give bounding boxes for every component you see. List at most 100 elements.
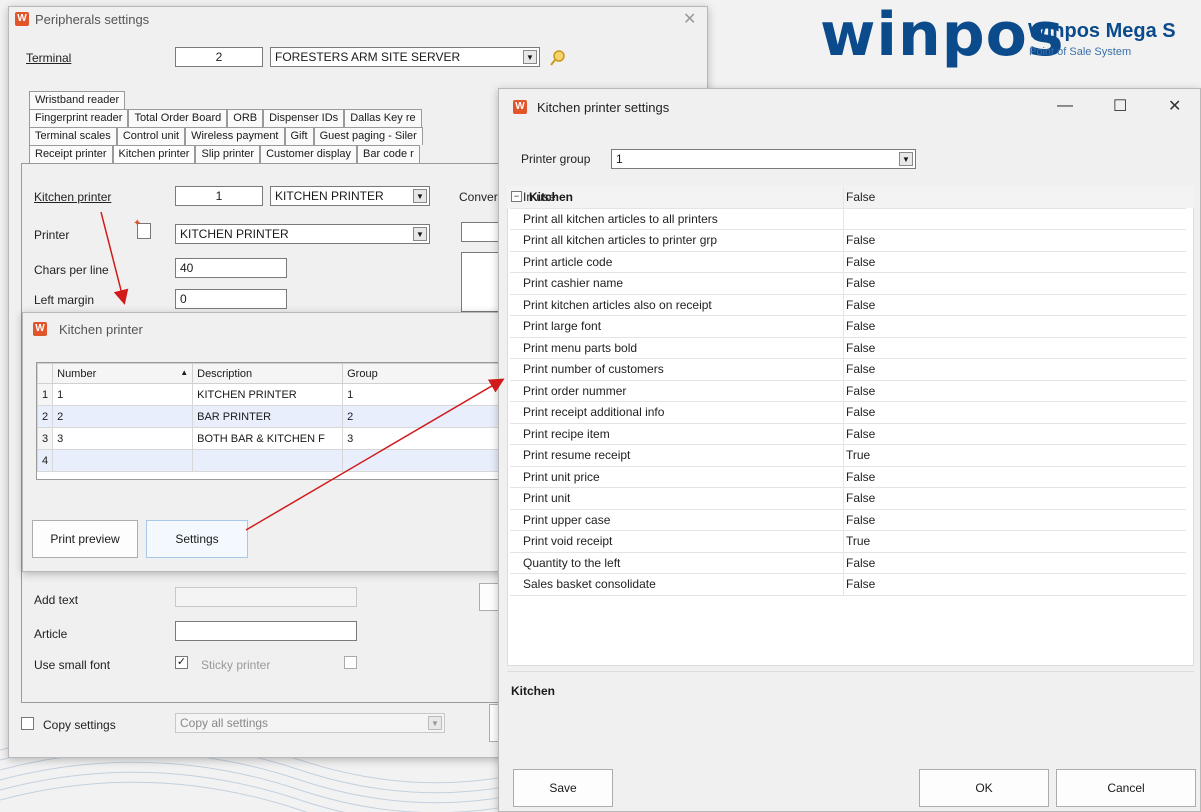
tab-dallas-key[interactable]: Dallas Key re <box>344 109 422 127</box>
property-row[interactable]: Print resume receipt True <box>510 445 1186 467</box>
property-row[interactable]: Sales basket consolidate False <box>510 574 1186 596</box>
kitchen-printer-number[interactable]: 1 <box>175 186 263 206</box>
property-row[interactable]: Print all kitchen articles to all printe… <box>510 208 1186 230</box>
tab-dispenser-ids[interactable]: Dispenser IDs <box>263 109 345 127</box>
table-row[interactable]: 3 3 BOTH BAR & KITCHEN F 3 <box>36 427 505 450</box>
table-row[interactable]: 1 1 KITCHEN PRINTER 1 <box>36 383 505 406</box>
property-row[interactable]: Print order nummer False <box>510 380 1186 402</box>
use-small-font-checkbox[interactable]: ✓ <box>175 656 188 669</box>
tab-guest-paging[interactable]: Guest paging - Siler <box>313 127 423 145</box>
chevron-down-icon[interactable]: ▼ <box>899 152 913 166</box>
chevron-down-icon[interactable]: ▼ <box>428 716 442 730</box>
tab-bar-code[interactable]: Bar code r <box>357 145 420 163</box>
cell-description[interactable] <box>192 449 344 472</box>
property-row[interactable]: In use False <box>510 187 1186 209</box>
property-value[interactable]: False <box>846 362 875 376</box>
print-preview-button[interactable]: Print preview <box>32 520 138 558</box>
terminal-number-field[interactable]: 2 <box>175 47 263 67</box>
kitchen-printer-select[interactable]: KITCHEN PRINTER ▼ <box>270 186 430 206</box>
cell-group[interactable]: 1 <box>342 383 505 406</box>
property-value[interactable]: False <box>846 341 875 355</box>
property-row[interactable]: Print upper case False <box>510 509 1186 531</box>
cell-group[interactable]: 2 <box>342 405 505 428</box>
property-value[interactable]: False <box>846 491 875 505</box>
property-row[interactable]: Print article code False <box>510 251 1186 273</box>
chevron-down-icon[interactable]: ▼ <box>413 189 427 203</box>
tab-gift[interactable]: Gift <box>284 127 314 145</box>
property-value[interactable]: False <box>846 405 875 419</box>
tab-kitchen-printer[interactable]: Kitchen printer <box>112 145 196 163</box>
article-field[interactable] <box>175 621 357 641</box>
terminal-select[interactable]: FORESTERS ARM SITE SERVER ▼ <box>270 47 540 67</box>
close-icon[interactable]: ✕ <box>683 9 696 29</box>
printer-select[interactable]: KITCHEN PRINTER ▼ <box>175 224 430 244</box>
close-icon[interactable]: ✕ <box>1168 96 1181 116</box>
cell-group[interactable]: 3 <box>342 427 505 450</box>
copy-settings-checkbox[interactable] <box>21 717 34 730</box>
property-row[interactable]: Print menu parts bold False <box>510 337 1186 359</box>
sticky-printer-checkbox[interactable] <box>344 656 357 669</box>
property-value[interactable]: False <box>846 427 875 441</box>
search-icon[interactable] <box>549 49 567 67</box>
property-value[interactable]: False <box>846 276 875 290</box>
maximize-icon[interactable]: ☐ <box>1113 96 1127 116</box>
settings-button[interactable]: Settings <box>146 520 248 558</box>
property-value[interactable]: True <box>846 534 870 548</box>
property-row[interactable]: Print all kitchen articles to printer gr… <box>510 230 1186 252</box>
column-number[interactable]: Number ▲ <box>52 363 194 384</box>
property-row[interactable]: Print receipt additional info False <box>510 402 1186 424</box>
property-value[interactable]: False <box>846 384 875 398</box>
tab-slip-printer[interactable]: Slip printer <box>195 145 261 163</box>
property-value[interactable]: False <box>846 233 875 247</box>
cell-number[interactable]: 1 <box>52 383 194 406</box>
copy-settings-select[interactable]: Copy all settings ▼ <box>175 713 445 733</box>
cell-description[interactable]: BOTH BAR & KITCHEN F <box>192 427 344 450</box>
tab-customer-display[interactable]: Customer display <box>260 145 358 163</box>
printer-grid[interactable]: Number ▲ Description Group 1 1 KITCHEN P… <box>36 362 506 480</box>
chevron-down-icon[interactable]: ▼ <box>523 50 537 64</box>
property-row[interactable]: Print number of customers False <box>510 359 1186 381</box>
property-value[interactable]: False <box>846 513 875 527</box>
property-value[interactable]: False <box>846 470 875 484</box>
property-value[interactable]: False <box>846 255 875 269</box>
tab-control-unit[interactable]: Control unit <box>116 127 186 145</box>
new-printer-icon[interactable]: ✦ <box>133 218 151 239</box>
tab-receipt-printer[interactable]: Receipt printer <box>29 145 113 163</box>
table-row[interactable]: 4 <box>36 449 505 472</box>
cell-number[interactable] <box>52 449 194 472</box>
property-value[interactable]: False <box>846 319 875 333</box>
property-value[interactable]: False <box>846 577 875 591</box>
cell-number[interactable]: 3 <box>52 427 194 450</box>
chevron-down-icon[interactable]: ▼ <box>413 227 427 241</box>
property-value[interactable]: True <box>846 448 870 462</box>
save-button[interactable]: Save <box>513 769 613 807</box>
property-value[interactable]: False <box>846 190 875 204</box>
column-description[interactable]: Description <box>192 363 344 384</box>
tab-wireless-payment[interactable]: Wireless payment <box>185 127 285 145</box>
tab-orb[interactable]: ORB <box>227 109 264 127</box>
tab-fingerprint-reader[interactable]: Fingerprint reader <box>29 109 129 127</box>
add-text-field[interactable] <box>175 587 357 607</box>
property-row[interactable]: Print cashier name False <box>510 273 1186 295</box>
tab-total-order-board[interactable]: Total Order Board <box>128 109 228 127</box>
table-row[interactable]: 2 2 BAR PRINTER 2 <box>36 405 505 428</box>
ok-button[interactable]: OK <box>919 769 1049 807</box>
tab-wristband-reader[interactable]: Wristband reader <box>29 91 126 109</box>
property-row[interactable]: Print large font False <box>510 316 1186 338</box>
column-group[interactable]: Group <box>342 363 505 384</box>
property-row[interactable]: Quantity to the left False <box>510 552 1186 574</box>
property-row[interactable]: Print kitchen articles also on receipt Fa… <box>510 294 1186 316</box>
cell-number[interactable]: 2 <box>52 405 194 428</box>
minimize-icon[interactable]: — <box>1057 97 1073 115</box>
printer-group-select[interactable]: 1 ▼ <box>611 149 916 169</box>
cell-description[interactable]: KITCHEN PRINTER <box>192 383 344 406</box>
property-row[interactable]: Print unit False <box>510 488 1186 510</box>
left-margin-field[interactable]: 0 <box>175 289 287 309</box>
property-value[interactable]: False <box>846 556 875 570</box>
property-row[interactable]: Print recipe item False <box>510 423 1186 445</box>
cancel-button[interactable]: Cancel <box>1056 769 1196 807</box>
chars-per-line-field[interactable]: 40 <box>175 258 287 278</box>
property-row[interactable]: Print unit price False <box>510 466 1186 488</box>
tab-terminal-scales[interactable]: Terminal scales <box>29 127 117 145</box>
property-value[interactable]: False <box>846 298 875 312</box>
